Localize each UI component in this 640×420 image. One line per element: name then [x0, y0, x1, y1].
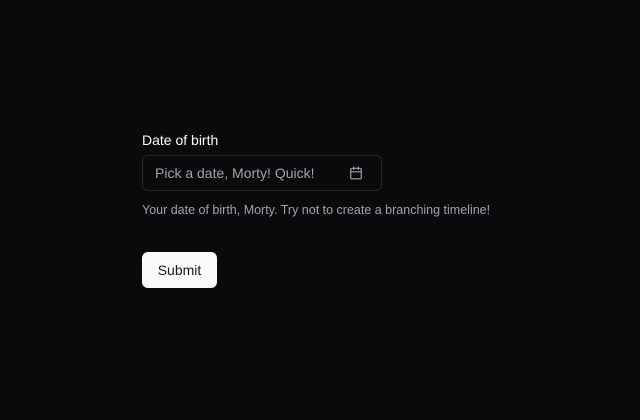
- date-picker-button[interactable]: Pick a date, Morty! Quick!: [142, 155, 382, 191]
- date-of-birth-label: Date of birth: [142, 132, 219, 148]
- date-of-birth-description: Your date of birth, Morty. Try not to cr…: [142, 203, 491, 217]
- date-of-birth-form: Date of birth Pick a date, Morty! Quick!…: [142, 131, 542, 288]
- submit-button[interactable]: Submit: [142, 252, 217, 288]
- date-picker-placeholder: Pick a date, Morty! Quick!: [155, 165, 315, 181]
- calendar-icon: [348, 165, 364, 181]
